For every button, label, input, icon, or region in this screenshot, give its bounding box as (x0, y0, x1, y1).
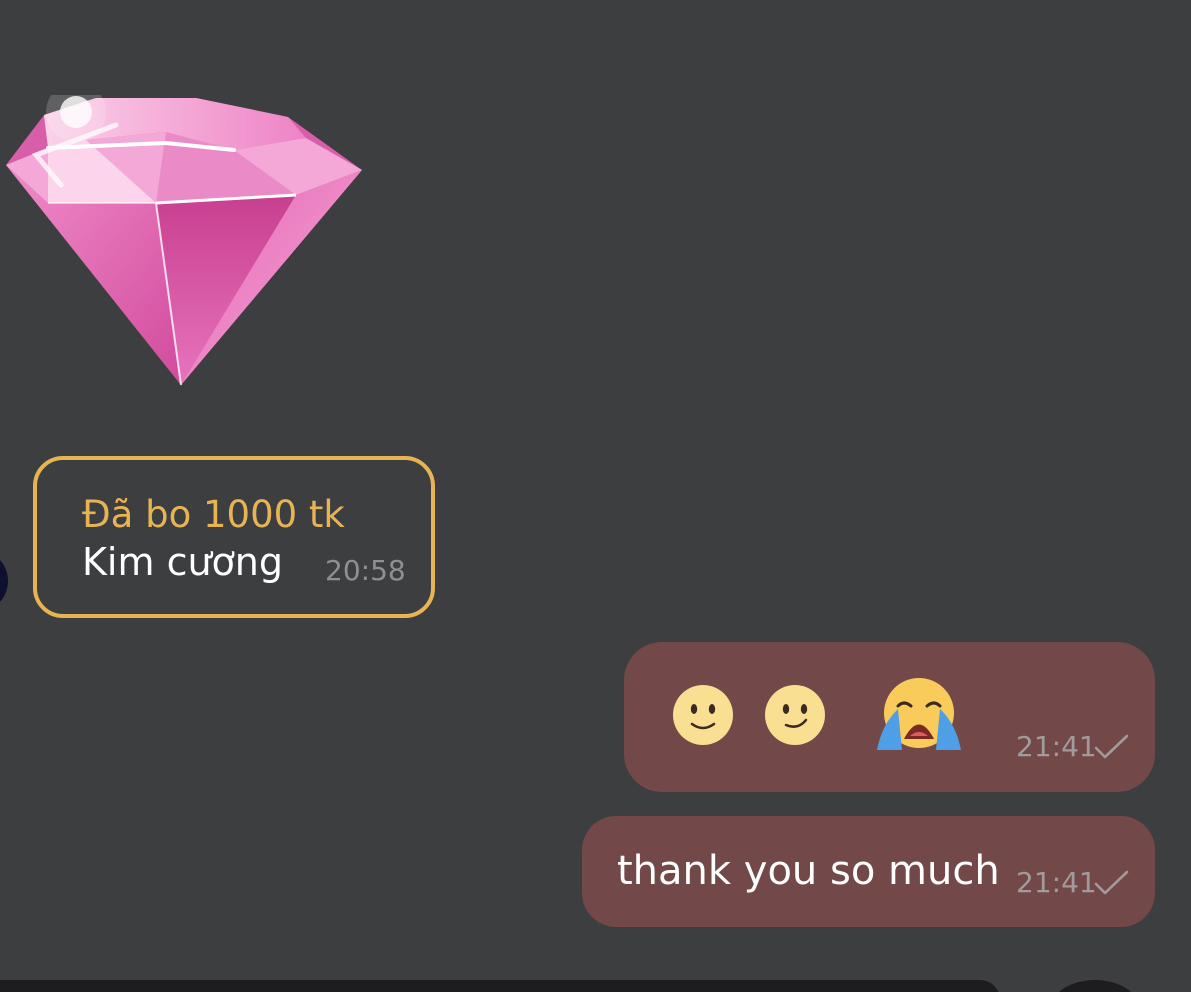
gift-title: Đã bo 1000 tk (82, 493, 345, 536)
sender-avatar[interactable] (0, 553, 8, 609)
message-timestamp: 21:41 (1016, 866, 1097, 899)
outgoing-text-message[interactable]: thank you so much 21:41 (582, 816, 1155, 927)
loudly-crying-face-icon (877, 678, 961, 750)
slightly-smiling-face-icon (673, 685, 733, 745)
outgoing-emoji-message[interactable]: 21:41 (624, 642, 1155, 792)
message-text: thank you so much (617, 848, 1000, 894)
message-composer[interactable] (0, 980, 1000, 992)
chat-conversation: Đã bo 1000 tk Kim cương 20:58 21:41 than… (0, 0, 1191, 992)
sent-check-icon (1094, 870, 1129, 895)
message-timestamp: 21:41 (1016, 730, 1097, 763)
gift-message-bubble[interactable]: Đã bo 1000 tk Kim cương 20:58 (33, 456, 435, 618)
gift-name: Kim cương (82, 540, 284, 584)
send-button[interactable] (1050, 980, 1140, 992)
pink-diamond-icon[interactable] (6, 82, 366, 390)
slightly-smiling-face-icon (765, 685, 825, 745)
sent-check-icon (1094, 734, 1129, 759)
message-timestamp: 20:58 (325, 554, 406, 587)
